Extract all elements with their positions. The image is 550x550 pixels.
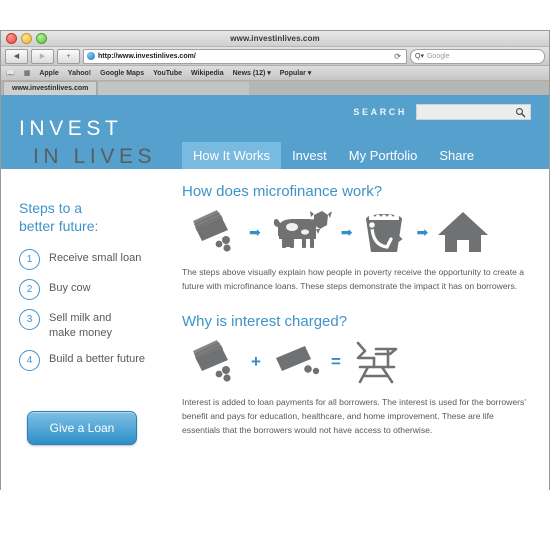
cow-icon xyxy=(270,209,332,255)
arrow-right-icon: ➡ xyxy=(249,224,261,240)
logo-line-invest: INVEST xyxy=(19,117,123,140)
school-desk-icon xyxy=(352,339,400,385)
bookmark-google-maps[interactable]: Google Maps xyxy=(100,70,144,77)
microfinance-diagram: ➡ ➡ ➡ xyxy=(188,209,527,255)
interest-diagram: + = xyxy=(188,339,527,385)
reload-icon[interactable]: ⟳ xyxy=(394,52,401,61)
forward-button[interactable]: ▶ xyxy=(31,48,54,64)
sidebar-title: Steps to a better future: xyxy=(19,199,177,236)
tab-investinlives[interactable]: www.investinlives.com xyxy=(3,81,98,95)
browser-search-field[interactable]: Q▾ Google xyxy=(410,48,545,64)
list-item: 2 Buy cow xyxy=(19,278,177,300)
step-label: Build a better future xyxy=(49,352,146,365)
address-bar[interactable]: http://www.investinlives.com/ ⟳ xyxy=(83,48,407,64)
list-item: 1 Receive small loan xyxy=(19,248,177,270)
tab-bar: www.investinlives.com xyxy=(1,81,549,95)
window-title: www.investinlives.com xyxy=(230,34,320,43)
list-item: 4 Build a better future xyxy=(19,349,177,371)
sidebar-title-line1: Steps to a xyxy=(19,200,83,216)
nav-item-invest[interactable]: Invest xyxy=(281,142,338,169)
add-tab-button[interactable]: + xyxy=(57,48,80,64)
site-logo[interactable]: INVEST IN LIVES xyxy=(19,118,179,167)
show-all-bookmarks-icon[interactable]: 📖 xyxy=(6,69,15,77)
step-label: Sell milk and make money xyxy=(49,311,112,339)
interest-paragraph: Interest is added to loan payments for a… xyxy=(182,396,526,435)
plus-icon: + xyxy=(251,352,261,372)
step-number: 1 xyxy=(19,248,40,270)
sidebar-title-line2: better future: xyxy=(19,218,99,235)
nav-item-my-portfolio[interactable]: My Portfolio xyxy=(338,142,429,169)
bookmark-news[interactable]: News (12) ▾ xyxy=(233,69,271,77)
site-search-label: SEARCH xyxy=(353,107,407,117)
logo-line-in-lives: IN LIVES xyxy=(33,145,157,168)
step-number: 4 xyxy=(19,349,40,371)
arrow-right-icon: ➡ xyxy=(416,224,429,240)
tab-empty[interactable] xyxy=(97,82,250,95)
screenshot-root: www.investinlives.com ◀ ▶ + http://www.i… xyxy=(0,0,550,550)
money-icon xyxy=(188,209,240,255)
bookmarks-bar: 📖 ▦ Apple Yahoo! Google Maps YouTube Wik… xyxy=(1,66,549,81)
nav-item-how-it-works[interactable]: How It Works xyxy=(182,142,282,169)
step-number: 2 xyxy=(19,278,40,300)
nav-item-share[interactable]: Share xyxy=(428,142,485,169)
bookmark-wikipedia[interactable]: Wikipedia xyxy=(191,70,224,77)
bookmark-yahoo[interactable]: Yahoo! xyxy=(68,70,91,77)
browser-window: www.investinlives.com ◀ ▶ + http://www.i… xyxy=(0,30,550,493)
bookmark-popular[interactable]: Popular ▾ xyxy=(280,69,312,77)
back-button[interactable]: ◀ xyxy=(5,48,28,64)
bucket-icon xyxy=(361,209,407,255)
bookmark-youtube[interactable]: YouTube xyxy=(153,70,182,77)
money-bill-icon xyxy=(272,342,320,382)
search-icon xyxy=(515,107,526,118)
browser-toolbar: ◀ ▶ + http://www.investinlives.com/ ⟳ Q▾… xyxy=(1,47,549,66)
microfinance-paragraph: The steps above visually explain how peo… xyxy=(182,267,525,291)
webpage-viewport: SEARCH How It Works Invest My Portfolio … xyxy=(1,95,549,493)
browser-titlebar: www.investinlives.com xyxy=(1,31,549,47)
give-a-loan-button[interactable]: Give a Loan xyxy=(27,411,137,445)
step-label: Receive small loan xyxy=(49,251,142,264)
section-heading-interest: Why is interest charged? xyxy=(182,312,348,330)
google-search-icon: Q▾ xyxy=(415,53,424,60)
money-icon xyxy=(188,339,240,385)
step-label: Buy cow xyxy=(49,281,91,294)
main-content: How does microfinance work? ➡ ➡ ➡ The st… xyxy=(182,183,527,438)
sidebar: Steps to a better future: 1 Receive smal… xyxy=(19,199,177,371)
address-bar-url: http://www.investinlives.com/ xyxy=(98,52,196,60)
list-item: 3 Sell milk and make money xyxy=(19,308,177,341)
house-icon xyxy=(437,209,489,255)
site-nav: How It Works Invest My Portfolio Share xyxy=(182,142,485,169)
site-search: SEARCH xyxy=(353,104,531,120)
step-number: 3 xyxy=(19,308,40,330)
section-heading-microfinance: How does microfinance work? xyxy=(182,183,383,200)
favicon-icon xyxy=(87,52,95,60)
equals-icon: = xyxy=(330,352,341,372)
steps-list: 1 Receive small loan 2 Buy cow 3 Sell mi… xyxy=(19,248,177,371)
bookmark-apple[interactable]: Apple xyxy=(39,70,58,77)
arrow-right-icon: ➡ xyxy=(340,224,353,240)
top-sites-icon[interactable]: ▦ xyxy=(24,69,31,77)
browser-search-placeholder: Google xyxy=(426,52,450,60)
site-search-input[interactable] xyxy=(416,104,531,120)
